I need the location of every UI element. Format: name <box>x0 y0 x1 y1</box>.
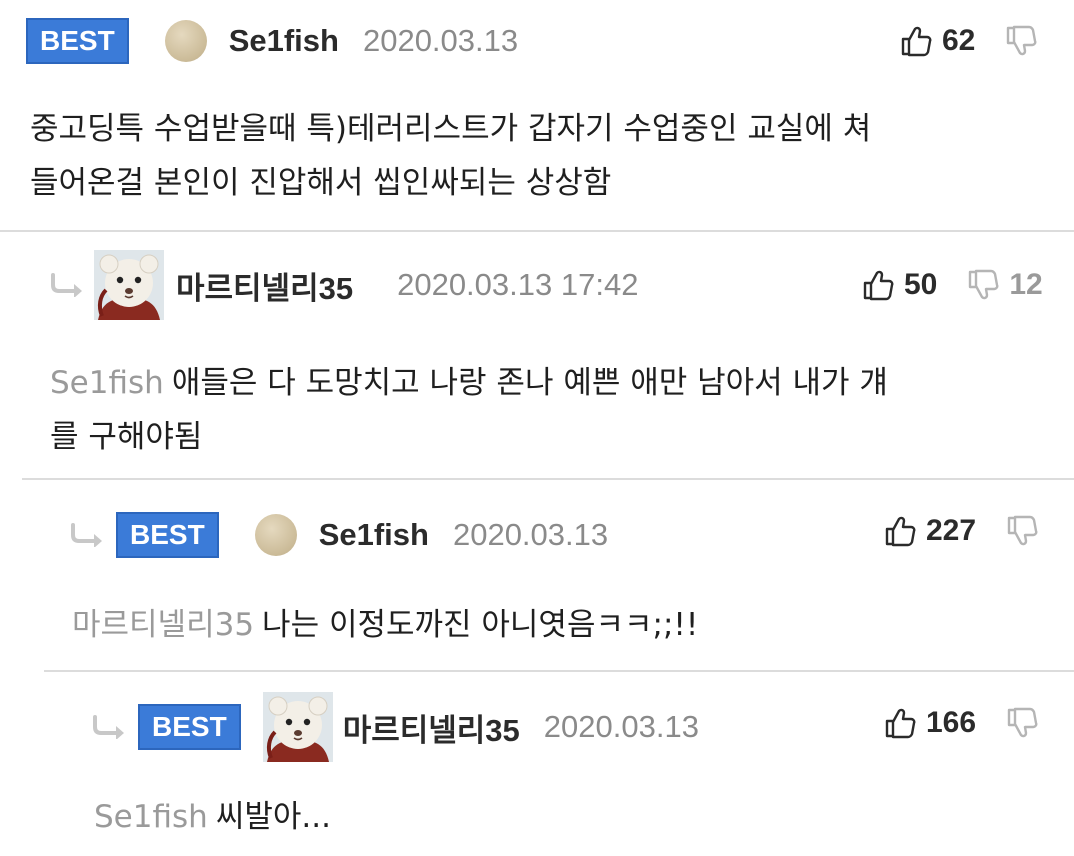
comment-2: 마르티넬리35 2020.03.13 17:42 50 12 Se1fish 애들… <box>0 232 1074 478</box>
thumbs-down-icon[interactable] <box>1006 707 1038 739</box>
nickname[interactable]: Se1fish <box>319 517 429 553</box>
vote-area: 166 <box>884 688 1038 758</box>
comment-body: 마르티넬리35 나는 이정도까진 아니엿음ㅋㅋ;;!! <box>72 598 698 652</box>
thumbs-up-icon <box>862 269 894 301</box>
reply-arrow-icon <box>70 523 106 547</box>
comment-date: 2020.03.13 <box>543 709 699 744</box>
thumbs-down-icon[interactable] <box>1006 515 1038 547</box>
vote-area: 62 <box>900 6 1037 76</box>
best-badge: BEST <box>138 704 241 750</box>
like-count: 62 <box>942 24 976 57</box>
comment-text-line: 씨발아... <box>215 799 331 835</box>
thumbs-down-icon <box>967 269 999 301</box>
mention-tag[interactable]: Se1fish <box>94 799 208 835</box>
best-badge: BEST <box>116 512 219 558</box>
user-avatar[interactable] <box>263 692 333 762</box>
user-avatar[interactable] <box>94 250 164 320</box>
thumbs-up-icon <box>900 25 932 57</box>
comment-body: Se1fish 애들은 다 도망치고 나랑 존나 예쁜 애만 남아서 내가 걔 를… <box>50 356 888 464</box>
mention-tag[interactable]: Se1fish <box>50 365 164 401</box>
dislike-count: 12 <box>1009 268 1043 301</box>
mention-tag[interactable]: 마르티넬리35 <box>72 607 254 643</box>
user-avatar[interactable] <box>164 20 207 62</box>
comment-text-line: 를 구해야됨 <box>50 419 203 455</box>
comment-text-line: 애들은 다 도망치고 나랑 존나 예쁜 애만 남아서 내가 걔 <box>171 365 888 401</box>
thumbs-down-icon[interactable] <box>1005 25 1037 57</box>
vote-area: 50 12 <box>862 250 1043 320</box>
vote-area: 227 <box>884 496 1038 566</box>
comment-body: Se1fish 씨발아... <box>94 790 331 844</box>
comment-header: BEST Se1fish 2020.03.13 <box>26 6 518 76</box>
like-count: 50 <box>904 268 938 301</box>
comment-1: BEST Se1fish 2020.03.13 62 중고딩특 수업받을때 특)… <box>0 0 1074 230</box>
thumbs-up-icon <box>884 515 916 547</box>
nickname[interactable]: 마르티넬리35 <box>176 263 353 308</box>
like-count: 166 <box>926 706 977 739</box>
user-avatar[interactable] <box>254 514 297 556</box>
comment-4: BEST 마르티넬리35 2020.03.13 166 Se1fish 씨발아..… <box>0 672 1074 856</box>
like-button[interactable]: 227 <box>884 514 976 548</box>
comment-date: 2020.03.13 <box>362 23 519 58</box>
nickname[interactable]: 마르티넬리35 <box>343 705 520 750</box>
reply-arrow-icon <box>50 273 86 297</box>
comment-text-line: 중고딩특 수업받을때 특)테러리스트가 갑자기 수업중인 교실에 쳐 <box>30 111 872 147</box>
comment-date: 2020.03.13 <box>452 517 609 552</box>
best-badge: BEST <box>26 18 129 64</box>
like-button[interactable]: 50 <box>862 268 937 302</box>
dislike-button[interactable]: 12 <box>967 268 1043 302</box>
like-button[interactable]: 166 <box>884 706 976 740</box>
comment-3: BEST Se1fish 2020.03.13 227 마르티넬리35 나는 이정… <box>0 480 1074 670</box>
thumbs-up-icon <box>884 707 916 739</box>
comment-text-line: 들어온걸 본인이 진압해서 씹인싸되는 상상함 <box>30 165 612 201</box>
comment-text-line: 나는 이정도까진 아니엿음ㅋㅋ;;!! <box>262 607 699 643</box>
like-count: 227 <box>926 514 977 547</box>
comment-body: 중고딩특 수업받을때 특)테러리스트가 갑자기 수업중인 교실에 쳐 들어온걸 … <box>30 102 871 210</box>
like-button[interactable]: 62 <box>900 24 975 58</box>
comment-header: BEST Se1fish 2020.03.13 <box>70 500 608 570</box>
comment-header: BEST 마르티넬리35 2020.03.13 <box>92 692 699 762</box>
nickname[interactable]: Se1fish <box>229 23 339 59</box>
comment-date: 2020.03.13 17:42 <box>397 267 639 302</box>
reply-arrow-icon <box>92 715 128 739</box>
comment-header: 마르티넬리35 2020.03.13 17:42 <box>50 250 638 320</box>
